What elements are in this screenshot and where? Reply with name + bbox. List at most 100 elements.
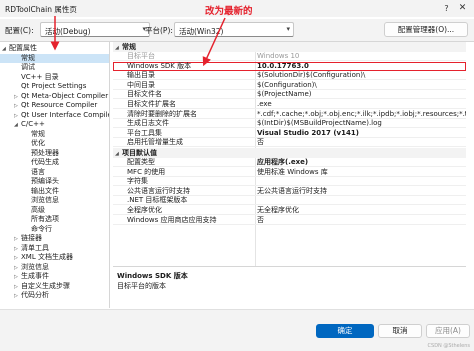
property-row[interactable]: 字符集 (113, 177, 466, 187)
configuration-bar: 配置(C): 活动(Debug) ▾ 平台(P): 活动(Win32) ▾ 配置… (0, 19, 474, 41)
tree-item[interactable]: ◢ 配置属性 (2, 44, 37, 53)
tree-item-label: 浏览信息 (21, 262, 49, 271)
category-header[interactable]: ◢ 常规 (113, 42, 466, 52)
tree-item[interactable]: 命令行 (24, 225, 52, 234)
tree-item-label: 所有选项 (31, 215, 59, 223)
property-name: 字符集 (127, 177, 148, 186)
property-value[interactable]: $(SolutionDir)$(Configuration)\ (257, 71, 466, 79)
configuration-value: 活动(Debug) (45, 27, 91, 36)
property-grid[interactable]: ◢ 常规 目标平台 Windows 10 Windows SDK 版本 10.0.1776… (113, 42, 466, 266)
tree-item[interactable]: 常规 (0, 53, 109, 63)
property-value[interactable]: 使用标准 Windows 库 (257, 168, 466, 176)
property-name: Windows SDK 版本 (127, 61, 192, 70)
property-value[interactable]: 10.0.17763.0 (257, 62, 466, 70)
tree-item[interactable]: 常规 (24, 130, 45, 139)
property-value[interactable]: $(ProjectName) (257, 90, 466, 98)
property-value[interactable]: $(Configuration)\ (257, 81, 466, 89)
description-text: 目标平台的版本 (117, 282, 166, 290)
property-value[interactable]: *.cdf;*.cache;*.obj;*.obj.enc;*.ilk;*.ip… (257, 110, 466, 118)
tree-item[interactable]: 浏览信息 (24, 196, 59, 205)
tree-item[interactable]: 代码生成 (24, 158, 59, 167)
property-row[interactable]: Windows SDK 版本 10.0.17763.0 (113, 61, 466, 71)
tree-item[interactable]: ▷ 代码分析 (14, 291, 49, 300)
chevron-down-icon: ▾ (286, 25, 290, 33)
tree-item[interactable]: ▷ Qt User Interface Compiler (14, 111, 109, 120)
property-row[interactable]: .NET 目标框架版本 (113, 196, 466, 206)
tree-item[interactable]: 输出文件 (24, 187, 59, 196)
tree-item[interactable]: 高级 (24, 206, 45, 215)
property-value[interactable]: .exe (257, 100, 466, 108)
tree-item[interactable]: ▷ Qt Resource Compiler (14, 101, 97, 110)
property-name: 平台工具集 (127, 128, 162, 137)
tree-item[interactable]: ◢ C/C++ (14, 120, 45, 129)
tree-item[interactable]: 预处理器 (24, 149, 59, 158)
tree-item[interactable]: Qt Project Settings (14, 82, 86, 91)
tree-item-label: 调试 (21, 63, 35, 71)
tree-item[interactable]: 预编译头 (24, 177, 59, 186)
help-button[interactable]: ? (441, 3, 452, 14)
tree-item-label: 链接器 (21, 234, 42, 242)
tree-item[interactable]: 语言 (24, 168, 45, 177)
property-row[interactable]: 生成日志文件 $(IntDir)$(MSBuildProjectName).log (113, 119, 466, 129)
tree-item-label: VC++ 目录 (21, 72, 59, 81)
tree-item[interactable]: 所有选项 (24, 215, 59, 224)
property-row[interactable]: 平台工具集 Visual Studio 2017 (v141) (113, 129, 466, 138)
property-tree[interactable]: ◢ 配置属性 常规 调试 VC++ 目录 Qt Project Settings ▷ Qt M… (0, 42, 110, 308)
ok-button[interactable]: 确定 (316, 324, 374, 338)
chevron-down-icon[interactable]: ◢ (14, 121, 21, 130)
property-value[interactable]: 否 (257, 216, 466, 224)
tree-item[interactable]: ▷ 清单工具 (14, 244, 49, 253)
tree-item[interactable]: ▷ 生成事件 (14, 272, 49, 281)
property-row[interactable]: 输出目录 $(SolutionDir)$(Configuration)\ (113, 71, 466, 81)
description-panel: Windows SDK 版本 目标平台的版本 (113, 266, 466, 308)
config-label: 配置(C): (5, 26, 34, 35)
property-row[interactable]: 目标文件名 $(ProjectName) (113, 90, 466, 100)
configuration-select[interactable]: 活动(Debug) ▾ (40, 22, 150, 37)
property-value[interactable]: 应用程序(.exe) (257, 158, 466, 166)
property-value[interactable]: 无公共语言运行时支持 (257, 187, 466, 195)
property-value[interactable]: Visual Studio 2017 (v141) (257, 129, 466, 137)
tree-item[interactable]: ▷ XML 文档生成器 (14, 253, 73, 262)
dialog-footer: 确定 取消 应用(A) CSDN @Sthelens (0, 309, 474, 351)
chevron-right-icon[interactable]: ▷ (14, 292, 21, 301)
property-value[interactable]: 无全程序优化 (257, 206, 466, 214)
property-name: 全程序优化 (127, 206, 162, 214)
tree-item[interactable]: ▷ 浏览信息 (14, 263, 49, 272)
property-value[interactable]: $(IntDir)$(MSBuildProjectName).log (257, 119, 466, 127)
property-row[interactable]: 启用托管增量生成 否 (113, 138, 466, 148)
property-row[interactable]: 目标文件扩展名 .exe (113, 100, 466, 109)
property-row[interactable]: 目标平台 Windows 10 (113, 52, 466, 61)
property-row[interactable]: 中间目录 $(Configuration)\ (113, 81, 466, 90)
tree-item-label: 自定义生成步骤 (21, 281, 70, 290)
close-button[interactable]: ✕ (457, 3, 468, 14)
tree-item-label: 命令行 (31, 224, 52, 233)
property-row[interactable]: 全程序优化 无全程序优化 (113, 206, 466, 215)
tree-item[interactable]: ▷ 链接器 (14, 234, 42, 243)
tree-item-label: 代码生成 (31, 158, 59, 166)
property-row[interactable]: 清除时要删除的扩展名 *.cdf;*.cache;*.obj;*.obj.enc;… (113, 110, 466, 119)
property-value[interactable]: Windows 10 (257, 52, 466, 60)
cancel-button[interactable]: 取消 (378, 324, 422, 338)
tree-item-label: 优化 (31, 139, 45, 147)
tree-item-label: XML 文档生成器 (21, 253, 73, 261)
property-name: Windows 应用商店应用支持 (127, 215, 217, 224)
property-row[interactable]: MFC 的使用 使用标准 Windows 库 (113, 168, 466, 177)
property-name: 清除时要删除的扩展名 (127, 109, 197, 118)
tree-item[interactable]: VC++ 目录 (14, 73, 59, 82)
apply-button[interactable]: 应用(A) (426, 324, 470, 338)
tree-item[interactable]: ▷ 自定义生成步骤 (14, 282, 70, 291)
configuration-manager-button[interactable]: 配置管理器(O)... (384, 22, 468, 37)
platform-select[interactable]: 活动(Win32) ▾ (174, 22, 294, 37)
tree-item[interactable]: ▷ Qt Meta-Object Compiler (14, 92, 108, 101)
property-row[interactable]: 公共语言运行时支持 无公共语言运行时支持 (113, 187, 466, 196)
property-row[interactable]: 配置类型 应用程序(.exe) (113, 158, 466, 167)
property-row[interactable]: Windows 应用商店应用支持 否 (113, 216, 466, 225)
property-name: 目标文件名 (127, 90, 162, 99)
property-name: 目标文件扩展名 (127, 100, 176, 108)
tree-item[interactable]: 调试 (14, 63, 35, 72)
property-value[interactable]: 否 (257, 138, 466, 146)
property-name: 中间目录 (127, 80, 155, 89)
category-header[interactable]: ◢ 项目默认值 (113, 148, 466, 158)
property-name: 公共语言运行时支持 (127, 186, 190, 195)
tree-item[interactable]: 优化 (24, 139, 45, 148)
